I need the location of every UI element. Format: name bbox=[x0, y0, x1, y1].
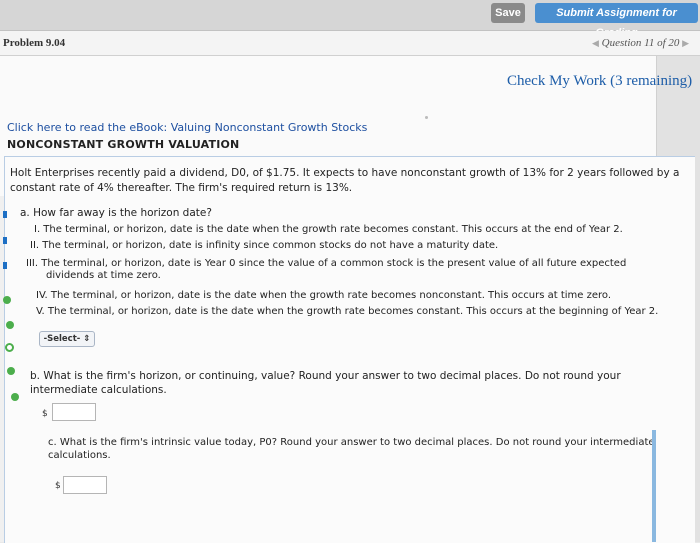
decorative-dot bbox=[425, 116, 428, 119]
select-arrows-icon: ⇕ bbox=[83, 334, 91, 344]
option-iv: IV. The terminal, or horizon, date is th… bbox=[36, 290, 612, 301]
part-c-question: c. What is the firm's intrinsic value to… bbox=[48, 437, 655, 461]
part-c-currency: $ bbox=[55, 481, 61, 491]
question-navigator[interactable]: ◀ Question 11 of 20 ▶ bbox=[592, 37, 689, 49]
problem-heading: NONCONSTANT GROWTH VALUATION bbox=[7, 138, 240, 151]
save-button[interactable]: Save bbox=[491, 3, 525, 23]
status-marker-icon bbox=[3, 237, 7, 244]
problem-statement: Holt Enterprises recently paid a dividen… bbox=[10, 166, 690, 196]
ebook-link[interactable]: Click here to read the eBook: Valuing No… bbox=[7, 121, 367, 134]
previous-question-icon[interactable]: ◀ bbox=[592, 38, 599, 48]
problem-statement-line-2: constant rate of 4% thereafter. The firm… bbox=[10, 182, 353, 194]
scroll-indicator bbox=[652, 430, 656, 542]
status-ring-icon bbox=[5, 343, 14, 352]
check-my-work-link[interactable]: Check My Work (3 remaining) bbox=[507, 73, 692, 90]
part-a-question: a. How far away is the horizon date? bbox=[20, 207, 212, 219]
option-ii: II. The terminal, or horizon, date is in… bbox=[30, 240, 499, 251]
select-value: -Select- bbox=[43, 334, 81, 344]
status-dot-icon bbox=[6, 321, 14, 329]
status-marker-icon bbox=[3, 211, 7, 218]
status-dot-icon bbox=[11, 393, 19, 401]
problem-title: Problem 9.04 bbox=[3, 37, 66, 49]
horizon-value-input[interactable] bbox=[52, 403, 96, 421]
submit-assignment-button[interactable]: Submit Assignment for Grading bbox=[535, 3, 698, 39]
next-question-icon[interactable]: ▶ bbox=[682, 38, 689, 48]
problem-statement-line-1: Holt Enterprises recently paid a dividen… bbox=[10, 167, 680, 179]
horizon-date-select[interactable]: -Select- ⇕ bbox=[39, 331, 95, 347]
option-i: I. The terminal, or horizon, date is the… bbox=[34, 224, 623, 235]
status-dot-icon bbox=[3, 296, 11, 304]
part-b-question: b. What is the firm's horizon, or contin… bbox=[30, 370, 621, 396]
question-counter: Question 11 of 20 bbox=[601, 37, 680, 49]
part-b-currency: $ bbox=[42, 409, 48, 419]
status-dot-icon bbox=[7, 367, 15, 375]
option-v: V. The terminal, or horizon, date is the… bbox=[36, 306, 659, 317]
intrinsic-value-input[interactable] bbox=[63, 476, 107, 494]
option-iii-continued: dividends at time zero. bbox=[46, 270, 161, 281]
left-status-strip bbox=[0, 196, 4, 542]
status-marker-icon bbox=[3, 262, 7, 269]
option-iii: III. The terminal, or horizon, date is Y… bbox=[26, 258, 627, 269]
